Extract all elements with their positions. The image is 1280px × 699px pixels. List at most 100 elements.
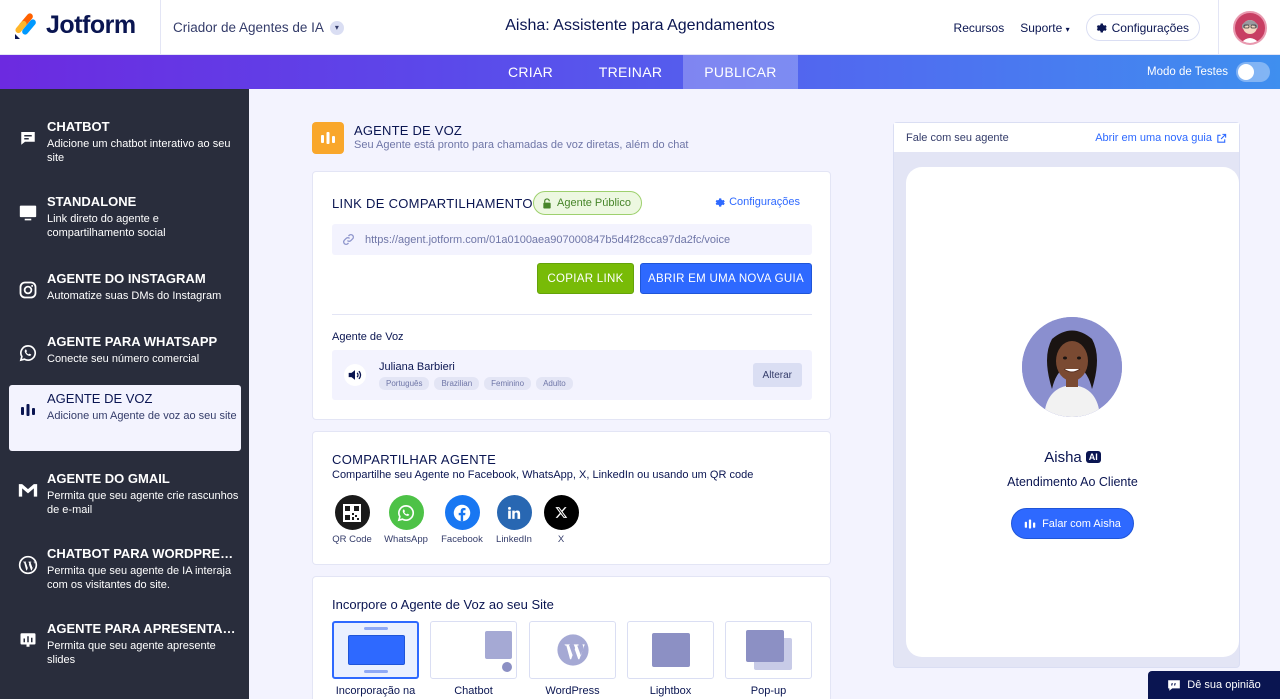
share-settings-label: Configurações — [729, 196, 800, 208]
test-mode-toggle-group: Modo de Testes — [1147, 62, 1270, 82]
sidebar-item-chatbot[interactable]: CHATBOT Adicione um chatbot interativo a… — [9, 113, 241, 179]
embed-option-popup[interactable]: Pop-up — [725, 621, 812, 697]
builder-tab-bar: CRIAR TREINAR PUBLICAR Modo de Testes — [0, 55, 1280, 89]
voice-bars-icon — [17, 399, 39, 421]
embed-option-wordpress[interactable]: WordPress — [529, 621, 616, 697]
sidebar-item-title: STANDALONE — [47, 194, 137, 209]
open-new-tab-button[interactable]: ABRIR EM UMA NOVA GUIA — [640, 263, 812, 294]
share-option-label: Facebook — [441, 534, 483, 545]
talk-button-label: Falar com Aisha — [1042, 517, 1121, 530]
share-link-card: LINK DE COMPARTILHAMENTO Agente Público … — [312, 171, 831, 420]
embed-option-label: Pop-up — [750, 685, 787, 697]
test-mode-label: Modo de Testes — [1147, 66, 1228, 78]
share-facebook[interactable]: Facebook — [432, 495, 492, 545]
gmail-icon — [17, 479, 39, 501]
share-whatsapp[interactable]: WhatsApp — [376, 495, 436, 545]
product-switcher[interactable]: Criador de Agentes de IA ▾ — [160, 0, 344, 55]
tab-criar[interactable]: CRIAR — [483, 55, 578, 89]
share-agent-card: COMPARTILHAR AGENTE Compartilhe seu Agen… — [312, 431, 831, 565]
share-settings-link[interactable]: Configurações — [714, 196, 800, 208]
share-x[interactable]: X — [531, 495, 591, 545]
chevron-down-icon: ▾ — [329, 20, 344, 35]
share-option-label: WhatsApp — [384, 534, 428, 545]
tab-publicar[interactable]: PUBLICAR — [683, 55, 798, 89]
sidebar-item-gmail[interactable]: AGENTE DO GMAIL Permita que seu agente c… — [9, 465, 241, 531]
user-avatar-container[interactable] — [1218, 0, 1280, 55]
agent-preview-panel: Fale com seu agente Abrir em uma nova gu… — [893, 122, 1240, 668]
sidebar-item-desc: Adicione um chatbot interativo ao seu si… — [47, 138, 231, 164]
sidebar-item-standalone[interactable]: STANDALONE Link direto do agente e compa… — [9, 188, 241, 254]
main-content: AGENTE DE VOZ Seu Agente está pronto par… — [249, 89, 1280, 699]
section-title: AGENTE DE VOZ — [354, 123, 463, 138]
open-preview-label: Abrir em uma nova guia — [1095, 132, 1212, 144]
whatsapp-icon — [388, 495, 424, 530]
share-url-field[interactable]: https://agent.jotform.com/01a0100aea9070… — [332, 224, 812, 255]
sidebar-item-desc: Conecte seu número comercial — [47, 353, 200, 365]
embed-option-chatbot[interactable]: Chatbot — [430, 621, 517, 697]
embed-option-label: Chatbot — [454, 685, 493, 697]
wordpress-icon — [529, 621, 616, 679]
agent-portrait-icon — [1022, 317, 1122, 417]
public-agent-badge[interactable]: Agente Público — [533, 191, 642, 215]
share-agent-title: COMPARTILHAR AGENTE — [332, 452, 497, 467]
preview-header: Fale com seu agente Abrir em uma nova gu… — [894, 123, 1239, 153]
voice-tag: Brazilian — [434, 377, 480, 390]
sidebar-item-desc: Permita que seu agente crie rascunhos de… — [47, 490, 239, 516]
open-preview-new-tab-link[interactable]: Abrir em uma nova guia — [1095, 132, 1227, 144]
instagram-icon — [17, 279, 39, 301]
settings-label: Configurações — [1111, 20, 1189, 35]
agent-role: Atendimento Ao Cliente — [1007, 475, 1138, 489]
change-voice-button[interactable]: Alterar — [752, 363, 802, 387]
voice-tags: Português Brazilian Feminino Adulto — [379, 377, 573, 390]
sidebar-item-title: CHATBOT — [47, 119, 110, 134]
avatar — [1232, 10, 1267, 45]
divider — [332, 314, 812, 315]
sidebar-item-desc: Automatize suas DMs do Instagram — [47, 290, 222, 302]
public-agent-label: Agente Público — [557, 197, 631, 209]
copy-link-button[interactable]: COPIAR LINK — [537, 263, 634, 294]
embed-popup-thumbnail — [725, 621, 812, 679]
embed-title: Incorpore o Agente de Voz ao seu Site — [332, 597, 554, 612]
support-menu[interactable]: Suporte ▾ — [1020, 21, 1069, 35]
speaker-icon[interactable] — [344, 364, 366, 386]
sidebar-item-desc: Permita que seu agente apresente slides — [47, 640, 216, 666]
link-icon — [343, 234, 354, 245]
voice-tag: Feminino — [484, 377, 532, 390]
sidebar-item-wordpress[interactable]: CHATBOT PARA WORDPRESS Permita que seu a… — [9, 540, 241, 606]
feedback-button[interactable]: Dê sua opinião — [1148, 671, 1280, 699]
feedback-label: Dê sua opinião — [1187, 679, 1261, 691]
sidebar-item-title: AGENTE DE VOZ — [47, 391, 153, 406]
embed-inline-thumbnail — [332, 621, 419, 679]
talk-to-agent-button[interactable]: Falar com Aisha — [1011, 508, 1134, 539]
preview-label: Fale com seu agente — [906, 132, 1009, 144]
header-actions: Recursos Suporte ▾ Configurações — [954, 14, 1200, 41]
embed-card: Incorpore o Agente de Voz ao seu Site In… — [312, 576, 831, 699]
sidebar-item-title: AGENTE PARA WHATSAPP — [47, 334, 218, 349]
lock-icon — [543, 197, 551, 209]
sidebar-item-desc: Adicione um Agente de voz ao seu site — [47, 410, 237, 422]
test-mode-toggle[interactable] — [1236, 62, 1270, 82]
logo-text: Jotform — [46, 11, 136, 39]
jotform-logo[interactable]: Jotform — [14, 11, 136, 40]
embed-option-lightbox[interactable]: Lightbox — [627, 621, 714, 697]
facebook-icon — [444, 495, 480, 530]
settings-button[interactable]: Configurações — [1085, 14, 1200, 41]
share-url-text: https://agent.jotform.com/01a0100aea9070… — [365, 233, 731, 246]
sidebar-item-voice-agent[interactable]: AGENTE DE VOZ Adicione um Agente de voz … — [9, 385, 241, 451]
tab-treinar[interactable]: TREINAR — [578, 55, 683, 89]
sidebar-item-instagram[interactable]: AGENTE DO INSTAGRAM Automatize suas DMs … — [9, 265, 241, 331]
sidebar-item-title: AGENTE DO GMAIL — [47, 471, 170, 486]
sidebar-item-presentation[interactable]: AGENTE PARA APRESENTAÇ... Permita que se… — [9, 615, 241, 681]
embed-option-label: WordPress — [545, 685, 600, 697]
voice-tag: Adulto — [536, 377, 573, 390]
gear-icon — [1096, 23, 1107, 32]
voice-name: Juliana Barbieri — [379, 361, 455, 373]
resources-link[interactable]: Recursos — [954, 21, 1005, 35]
presentation-icon — [17, 629, 39, 651]
chevron-down-icon: ▾ — [1065, 24, 1070, 34]
embed-option-label: Lightbox — [649, 685, 692, 697]
embed-option-inline[interactable]: Incorporação na — [332, 621, 419, 697]
embed-option-label: Incorporação na — [335, 685, 416, 697]
sidebar-item-title: AGENTE DO INSTAGRAM — [47, 271, 206, 286]
share-qr-code[interactable]: QR Code — [322, 495, 382, 545]
